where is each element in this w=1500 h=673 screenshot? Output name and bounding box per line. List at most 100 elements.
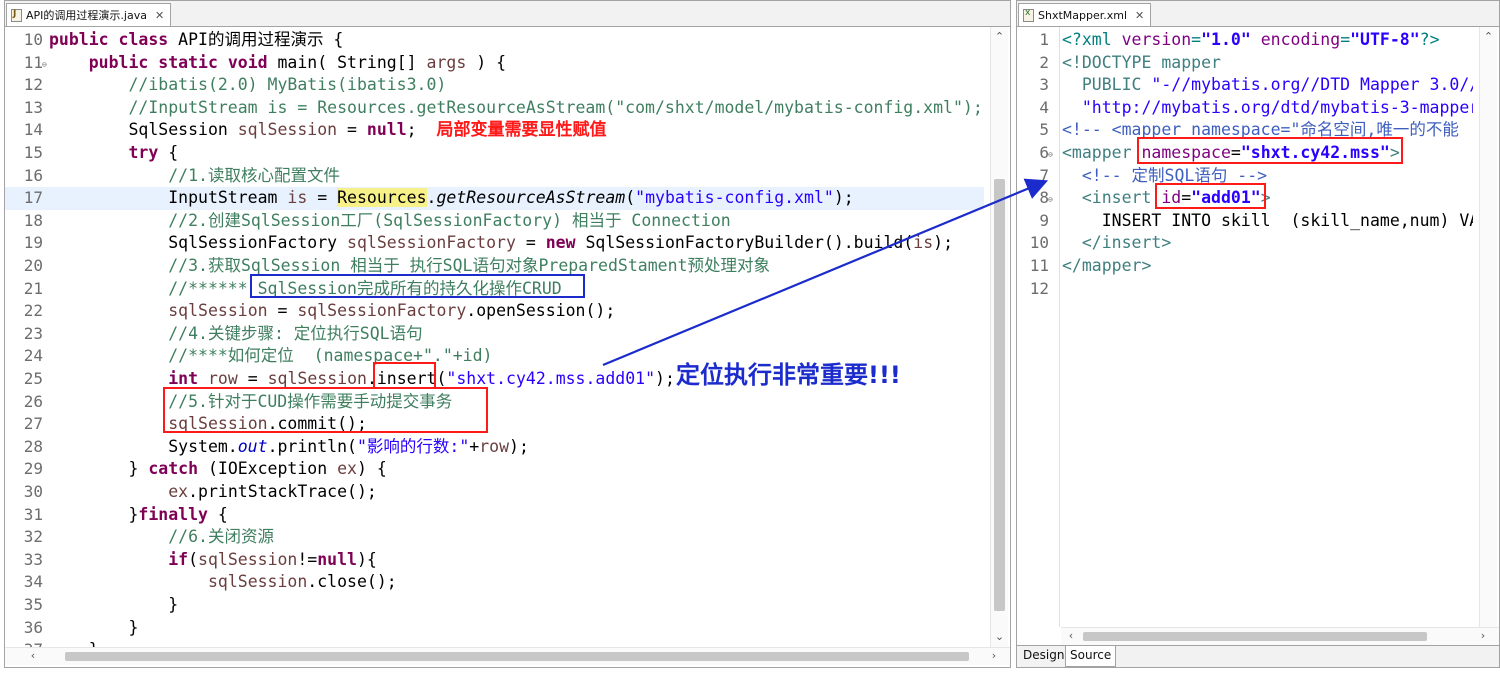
java-editor-pane: API的调用过程演示.java ✕ 10 public class API的调用过… xyxy=(4,0,1011,668)
code-text: } catch (IOException ex) { xyxy=(49,459,387,479)
code-text: <mapper namespace="shxt.cy42.mss"> xyxy=(1062,143,1400,162)
close-tab-icon[interactable]: ✕ xyxy=(1135,9,1144,22)
line-number: 18 xyxy=(23,210,43,230)
xml-code-line[interactable]: 5 <!-- <mapper namespace="命名空间,唯一的不能 xyxy=(1017,119,1473,142)
xml-file-icon xyxy=(1023,8,1034,22)
code-text: InputStream is = Resources.getResourceAs… xyxy=(49,188,854,208)
key-annotation-text: 定位执行非常重要!!! xyxy=(676,361,901,389)
code-text: <insert id="add01"> xyxy=(1062,188,1271,208)
code-text: INSERT INTO skill (skill_name,num) VA xyxy=(1062,210,1473,230)
code-text: if(sqlSession!=null){ xyxy=(168,549,377,569)
scroll-up-icon[interactable]: ⌃ xyxy=(1480,29,1497,45)
scroll-left-icon[interactable]: ‹ xyxy=(1063,628,1079,644)
code-text: }finally { xyxy=(49,504,228,524)
code-text: SqlSessionFactory sqlSessionFactory = ne… xyxy=(49,233,954,253)
xml-code-line[interactable]: 8 ⊖ <insert id="add01"> xyxy=(1017,187,1473,210)
source-tab[interactable]: Source xyxy=(1065,646,1117,667)
line-number: 12 xyxy=(23,75,43,95)
java-code-line[interactable]: 32 //6.关闭资源 xyxy=(5,526,984,549)
xml-editor-tabbar: ShxtMapper.xml ✕ xyxy=(1017,1,1499,27)
java-code-line[interactable]: 16 //1.读取核心配置文件 xyxy=(5,165,984,188)
java-code-line[interactable]: 13 //InputStream is = Resources.getResou… xyxy=(5,97,984,120)
scroll-down-icon[interactable]: ⌄ xyxy=(991,629,1008,645)
java-code-line[interactable]: 19 SqlSessionFactory sqlSessionFactory =… xyxy=(5,232,984,255)
line-number: 19 xyxy=(23,233,43,253)
java-code-line[interactable]: 14 SqlSession sqlSession = null; 局部变量需要显… xyxy=(5,119,984,142)
java-code-line[interactable]: 34 sqlSession.close(); xyxy=(5,571,984,594)
java-code-line[interactable]: 28 System.out.println("影响的行数:"+row); xyxy=(5,436,984,459)
code-text: sqlSession.commit(); xyxy=(168,414,367,434)
java-code-line[interactable]: 21 //****** SqlSession完成所有的持久化操作CRUD xyxy=(5,278,984,301)
xml-file-tab[interactable]: ShxtMapper.xml ✕ xyxy=(1018,3,1152,26)
java-code-line[interactable]: 37 } xyxy=(5,639,984,647)
close-tab-icon[interactable]: ✕ xyxy=(155,9,164,22)
java-code-line[interactable]: 36 } xyxy=(5,617,984,640)
fold-toggle-icon[interactable]: ⊖ xyxy=(1048,189,1053,212)
code-text: //****** SqlSession完成所有的持久化操作CRUD xyxy=(49,278,562,298)
line-number: 28 xyxy=(23,436,43,456)
code-text: <!DOCTYPE mapper xyxy=(1062,52,1221,72)
java-code-line[interactable]: 17 InputStream is = Resources.getResourc… xyxy=(5,187,984,210)
line-number: 25 xyxy=(23,369,43,388)
java-code-line[interactable]: 22 sqlSession = sqlSessionFactory.openSe… xyxy=(5,300,984,323)
java-file-icon xyxy=(11,8,22,22)
fold-toggle-icon[interactable]: ⊖ xyxy=(1048,144,1053,167)
line-number: 35 xyxy=(23,595,43,614)
code-text: sqlSession.close(); xyxy=(207,572,397,592)
java-code-line[interactable]: 18 //2.创建SqlSession工厂(SqlSessionFactory)… xyxy=(5,210,984,233)
java-code-line[interactable]: 35 } xyxy=(5,594,984,617)
xml-code-line[interactable]: 10 </insert> xyxy=(1017,232,1473,255)
java-code-line[interactable]: 33 if(sqlSession!=null){ xyxy=(5,549,984,572)
fold-toggle-icon[interactable]: ⊖ xyxy=(42,54,47,77)
code-text: System.out.println("影响的行数:"+row); xyxy=(49,436,529,456)
java-code-line[interactable]: 27 sqlSession.commit(); xyxy=(5,413,984,436)
scroll-right-icon[interactable]: › xyxy=(1475,628,1491,644)
scroll-left-icon[interactable]: ‹ xyxy=(25,648,41,664)
code-text: //ibatis(2.0) MyBatis(ibatis3.0) xyxy=(49,75,447,95)
java-file-tab[interactable]: API的调用过程演示.java ✕ xyxy=(6,3,172,26)
line-number: 36 xyxy=(23,617,43,637)
java-code-line[interactable]: 12 //ibatis(2.0) MyBatis(ibatis3.0) xyxy=(5,74,984,97)
xml-code-line[interactable]: 12 xyxy=(1017,278,1473,301)
java-code-line[interactable]: 20 //3.获取SqlSession 相当于 执行SQL语句对象Prepare… xyxy=(5,255,984,278)
xml-code-line[interactable]: 7 <!-- 定制SQL语句 --> xyxy=(1017,165,1473,188)
xml-horizontal-scrollbar[interactable]: ‹ › xyxy=(1061,627,1499,645)
java-horizontal-scrollbar[interactable]: ‹ › xyxy=(5,647,1010,665)
code-text: //InputStream is = Resources.getResource… xyxy=(49,97,983,117)
java-code-line[interactable]: 23 //4.关键步骤: 定位执行SQL语句 xyxy=(5,323,984,346)
line-number: 4 xyxy=(1039,97,1049,117)
xml-code-line[interactable]: 1 <?xml version="1.0" encoding="UTF-8"?> xyxy=(1017,29,1473,52)
xml-vertical-scrollbar[interactable]: ⌃ xyxy=(1479,27,1497,627)
h-scroll-thumb[interactable] xyxy=(65,652,969,661)
scroll-up-icon[interactable]: ⌃ xyxy=(991,29,1008,45)
java-code-area[interactable]: 10 public class API的调用过程演示 {11 ⊖ public st… xyxy=(5,27,984,647)
line-number: 15 xyxy=(23,143,43,162)
line-number: 27 xyxy=(23,414,43,434)
line-number: 37 xyxy=(5,639,43,647)
java-code-line[interactable]: 31 }finally { xyxy=(5,504,984,527)
xml-code-line[interactable]: 4 "http://mybatis.org/dtd/mybatis-3-mapp… xyxy=(1017,97,1473,120)
scroll-right-icon[interactable]: › xyxy=(986,648,1002,664)
line-number: 6 xyxy=(1039,143,1049,162)
xml-code-line[interactable]: 2 <!DOCTYPE mapper xyxy=(1017,52,1473,75)
xml-code-line[interactable]: 6 ⊖ <mapper namespace="shxt.cy42.mss"> xyxy=(1017,142,1473,165)
xml-code-line[interactable]: 11 </mapper> xyxy=(1017,255,1473,278)
java-code-line[interactable]: 30 ex.printStackTrace(); xyxy=(5,481,984,504)
code-text: ex.printStackTrace(); xyxy=(168,482,377,501)
xml-code-line[interactable]: 9 INSERT INTO skill (skill_name,num) VA xyxy=(1017,210,1473,233)
java-code-line[interactable]: 26 //5.针对于CUD操作需要手动提交事务 xyxy=(5,391,984,414)
h-scroll-thumb[interactable] xyxy=(1083,632,1427,641)
line-number: 3 xyxy=(1039,75,1049,95)
java-code-line[interactable]: 10 public class API的调用过程演示 { xyxy=(5,29,984,52)
java-code-line[interactable]: 29 } catch (IOException ex) { xyxy=(5,458,984,481)
xml-code-line[interactable]: 3 PUBLIC "-//mybatis.org//DTD Mapper 3.0… xyxy=(1017,74,1473,97)
design-tab[interactable]: Design xyxy=(1019,646,1068,666)
line-number: 34 xyxy=(23,572,43,592)
scroll-thumb[interactable] xyxy=(994,179,1005,611)
java-code-line[interactable]: 15 try { xyxy=(5,142,984,165)
xml-tab-title: ShxtMapper.xml xyxy=(1038,8,1128,22)
java-code-line[interactable]: 11 ⊖ public static void main( String[] ar… xyxy=(5,52,984,75)
xml-code-area[interactable]: 1 <?xml version="1.0" encoding="UTF-8"?> 2… xyxy=(1017,27,1473,627)
code-text: } xyxy=(49,617,139,637)
java-vertical-scrollbar[interactable]: ⌃ ⌄ xyxy=(990,27,1008,647)
